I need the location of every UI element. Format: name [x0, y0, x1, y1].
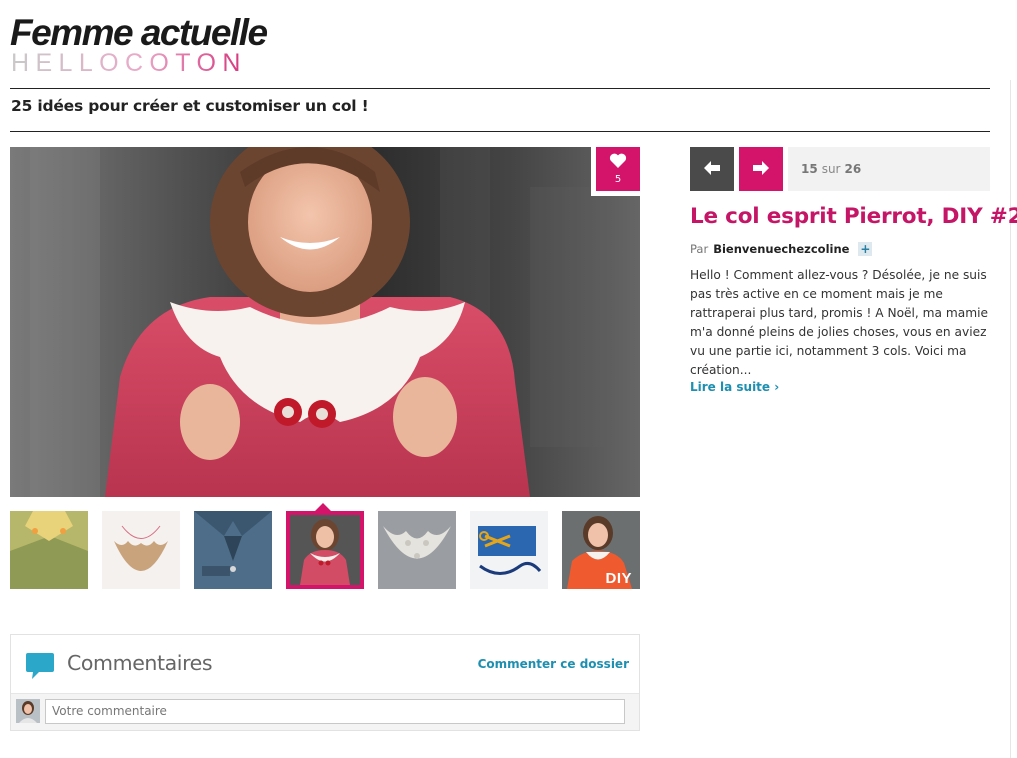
arrow-left-icon	[704, 160, 720, 179]
read-more-link[interactable]: Lire la suite ›	[690, 380, 779, 394]
header-divider-top	[10, 88, 990, 89]
page-scroll-edge	[1010, 80, 1011, 758]
thumb-diy-girl[interactable]: DIY	[562, 511, 640, 589]
comments-panel: Commentaires Commenter ce dossier	[10, 634, 640, 731]
comment-dossier-link[interactable]: Commenter ce dossier	[478, 657, 629, 671]
arrow-right-icon	[753, 160, 769, 179]
main-photo-illustration	[10, 147, 640, 497]
total-slides: 26	[844, 162, 862, 176]
active-thumb-indicator	[315, 503, 331, 511]
logo-hellocoton: HELLOCOTON	[11, 52, 247, 72]
next-button[interactable]	[739, 147, 783, 191]
thumbnail-strip: DIY	[10, 511, 640, 589]
heart-icon	[609, 153, 627, 173]
comment-input[interactable]	[45, 699, 625, 724]
thumb-sewing-tools[interactable]	[470, 511, 548, 589]
favorite-count: 5	[614, 174, 622, 185]
comment-form	[11, 693, 639, 730]
diy-label: DIY	[605, 570, 632, 587]
counter-separator: sur	[821, 162, 841, 176]
article-title: Le col esprit Pierrot, DIY #26	[690, 204, 1017, 229]
thumb-lace-collar[interactable]	[378, 511, 456, 589]
thumb-yellow-collar[interactable]	[10, 511, 88, 589]
site-logo[interactable]: Femme actuelle HELLOCOTON	[10, 12, 268, 76]
thumb-denim-shirt-collar[interactable]	[194, 511, 272, 589]
author-link[interactable]: Bienvenuechezcoline	[713, 242, 849, 256]
favorite-button[interactable]: 5	[596, 147, 640, 191]
thumb-paper-scalloped-collar[interactable]	[102, 511, 180, 589]
byline-prefix: Par	[690, 242, 709, 256]
page-title: 25 idées pour créer et customiser un col…	[11, 97, 369, 115]
thumb-pierrot-collar[interactable]	[286, 511, 364, 589]
comments-title: Commentaires	[67, 651, 213, 675]
header-divider-bottom	[10, 131, 990, 132]
follow-plus-icon[interactable]: +	[858, 242, 873, 256]
main-photo	[10, 147, 640, 497]
slide-counter: 15 sur 26	[788, 147, 990, 191]
byline: Par Bienvenuechezcoline +	[690, 242, 873, 256]
logo-femme-actuelle: Femme actuelle	[10, 12, 268, 53]
previous-button[interactable]	[690, 147, 734, 191]
current-slide: 15	[801, 162, 818, 176]
avatar	[16, 699, 40, 723]
speech-bubble-icon	[26, 653, 54, 679]
article-excerpt: Hello ! Comment allez-vous ? Désolée, je…	[690, 268, 988, 377]
comments-header: Commentaires Commenter ce dossier	[11, 635, 639, 693]
